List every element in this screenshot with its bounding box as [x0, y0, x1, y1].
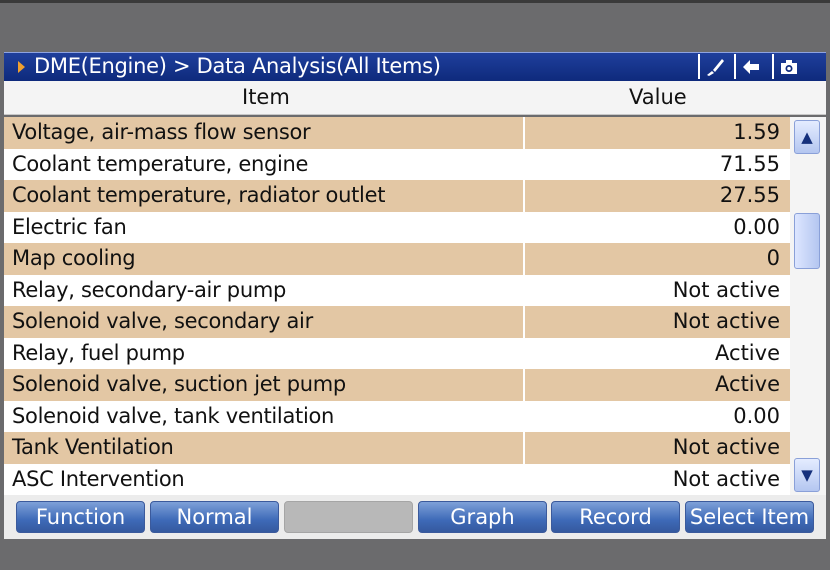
table-row[interactable]: Electric fan 0.00: [4, 211, 790, 243]
item-cell: Electric fan: [4, 211, 525, 243]
item-cell: ASC Intervention: [4, 463, 525, 495]
value-cell: 0: [525, 243, 790, 275]
table-row[interactable]: Solenoid valve, secondary air Not active: [4, 306, 790, 338]
empty-button: [284, 501, 413, 533]
top-strip: [0, 0, 830, 3]
table-row[interactable]: Coolant temperature, radiator outlet 27.5…: [4, 180, 790, 212]
table-row[interactable]: Coolant temperature, engine 71.55: [4, 148, 790, 180]
item-cell: Solenoid valve, secondary air: [4, 306, 525, 338]
vertical-scrollbar[interactable]: ▲ ▼: [790, 117, 826, 495]
table-row[interactable]: Relay, secondary-air pump Not active: [4, 274, 790, 306]
function-bar: Function Normal Graph Record Select Item: [4, 495, 826, 539]
table-row[interactable]: Solenoid valve, suction jet pump Active: [4, 369, 790, 401]
scroll-thumb[interactable]: [794, 213, 820, 269]
table-row[interactable]: Relay, fuel pump Active: [4, 337, 790, 369]
scroll-down-button[interactable]: ▼: [794, 458, 820, 492]
camera-icon: [781, 59, 797, 74]
item-cell: Relay, fuel pump: [4, 337, 525, 369]
back-button[interactable]: [734, 54, 766, 79]
function-button[interactable]: Function: [16, 501, 145, 533]
table-row[interactable]: Tank Ventilation Not active: [4, 432, 790, 464]
value-cell: Not active: [525, 432, 790, 464]
screenshot-button[interactable]: [772, 54, 804, 79]
column-header-item: Item: [242, 85, 290, 109]
item-cell: Map cooling: [4, 243, 525, 275]
breadcrumb-arrow-icon: [18, 61, 25, 73]
item-cell: Coolant temperature, engine: [4, 148, 525, 180]
table-row[interactable]: Voltage, air-mass flow sensor 1.59: [4, 117, 790, 149]
table-row[interactable]: ASC Intervention Not active: [4, 463, 790, 495]
brush-button[interactable]: [698, 54, 730, 79]
value-cell: Active: [525, 337, 790, 369]
table-row[interactable]: Map cooling 0: [4, 243, 790, 275]
value-cell: 1.59: [525, 117, 790, 149]
table-row[interactable]: Solenoid valve, tank ventilation 0.00: [4, 400, 790, 432]
item-cell: Voltage, air-mass flow sensor: [4, 117, 525, 149]
table-header: Item Value: [4, 81, 826, 115]
value-cell: Not active: [525, 306, 790, 338]
value-cell: Not active: [525, 274, 790, 306]
back-arrow-icon: [743, 59, 759, 74]
value-cell: Not active: [525, 463, 790, 495]
data-table: Voltage, air-mass flow sensor 1.59 Coolan…: [4, 117, 790, 495]
scroll-up-button[interactable]: ▲: [794, 120, 820, 154]
brush-icon: [707, 58, 724, 76]
item-cell: Tank Ventilation: [4, 432, 525, 464]
graph-button[interactable]: Graph: [418, 501, 547, 533]
value-cell: Active: [525, 369, 790, 401]
column-header-value: Value: [629, 85, 687, 109]
chevron-down-icon: ▼: [801, 466, 813, 484]
item-cell: Solenoid valve, tank ventilation: [4, 400, 525, 432]
item-cell: Solenoid valve, suction jet pump: [4, 369, 525, 401]
select-item-button[interactable]: Select Item: [685, 501, 814, 533]
item-cell: Relay, secondary-air pump: [4, 274, 525, 306]
value-cell: 27.55: [525, 180, 790, 212]
record-button[interactable]: Record: [551, 501, 680, 533]
title-bar: DME(Engine) > Data Analysis(All Items): [4, 52, 826, 81]
page-title: DME(Engine) > Data Analysis(All Items): [34, 54, 441, 78]
value-cell: 0.00: [525, 400, 790, 432]
normal-button[interactable]: Normal: [150, 501, 279, 533]
value-cell: 0.00: [525, 211, 790, 243]
chevron-up-icon: ▲: [801, 128, 813, 146]
item-cell: Coolant temperature, radiator outlet: [4, 180, 525, 212]
value-cell: 71.55: [525, 148, 790, 180]
